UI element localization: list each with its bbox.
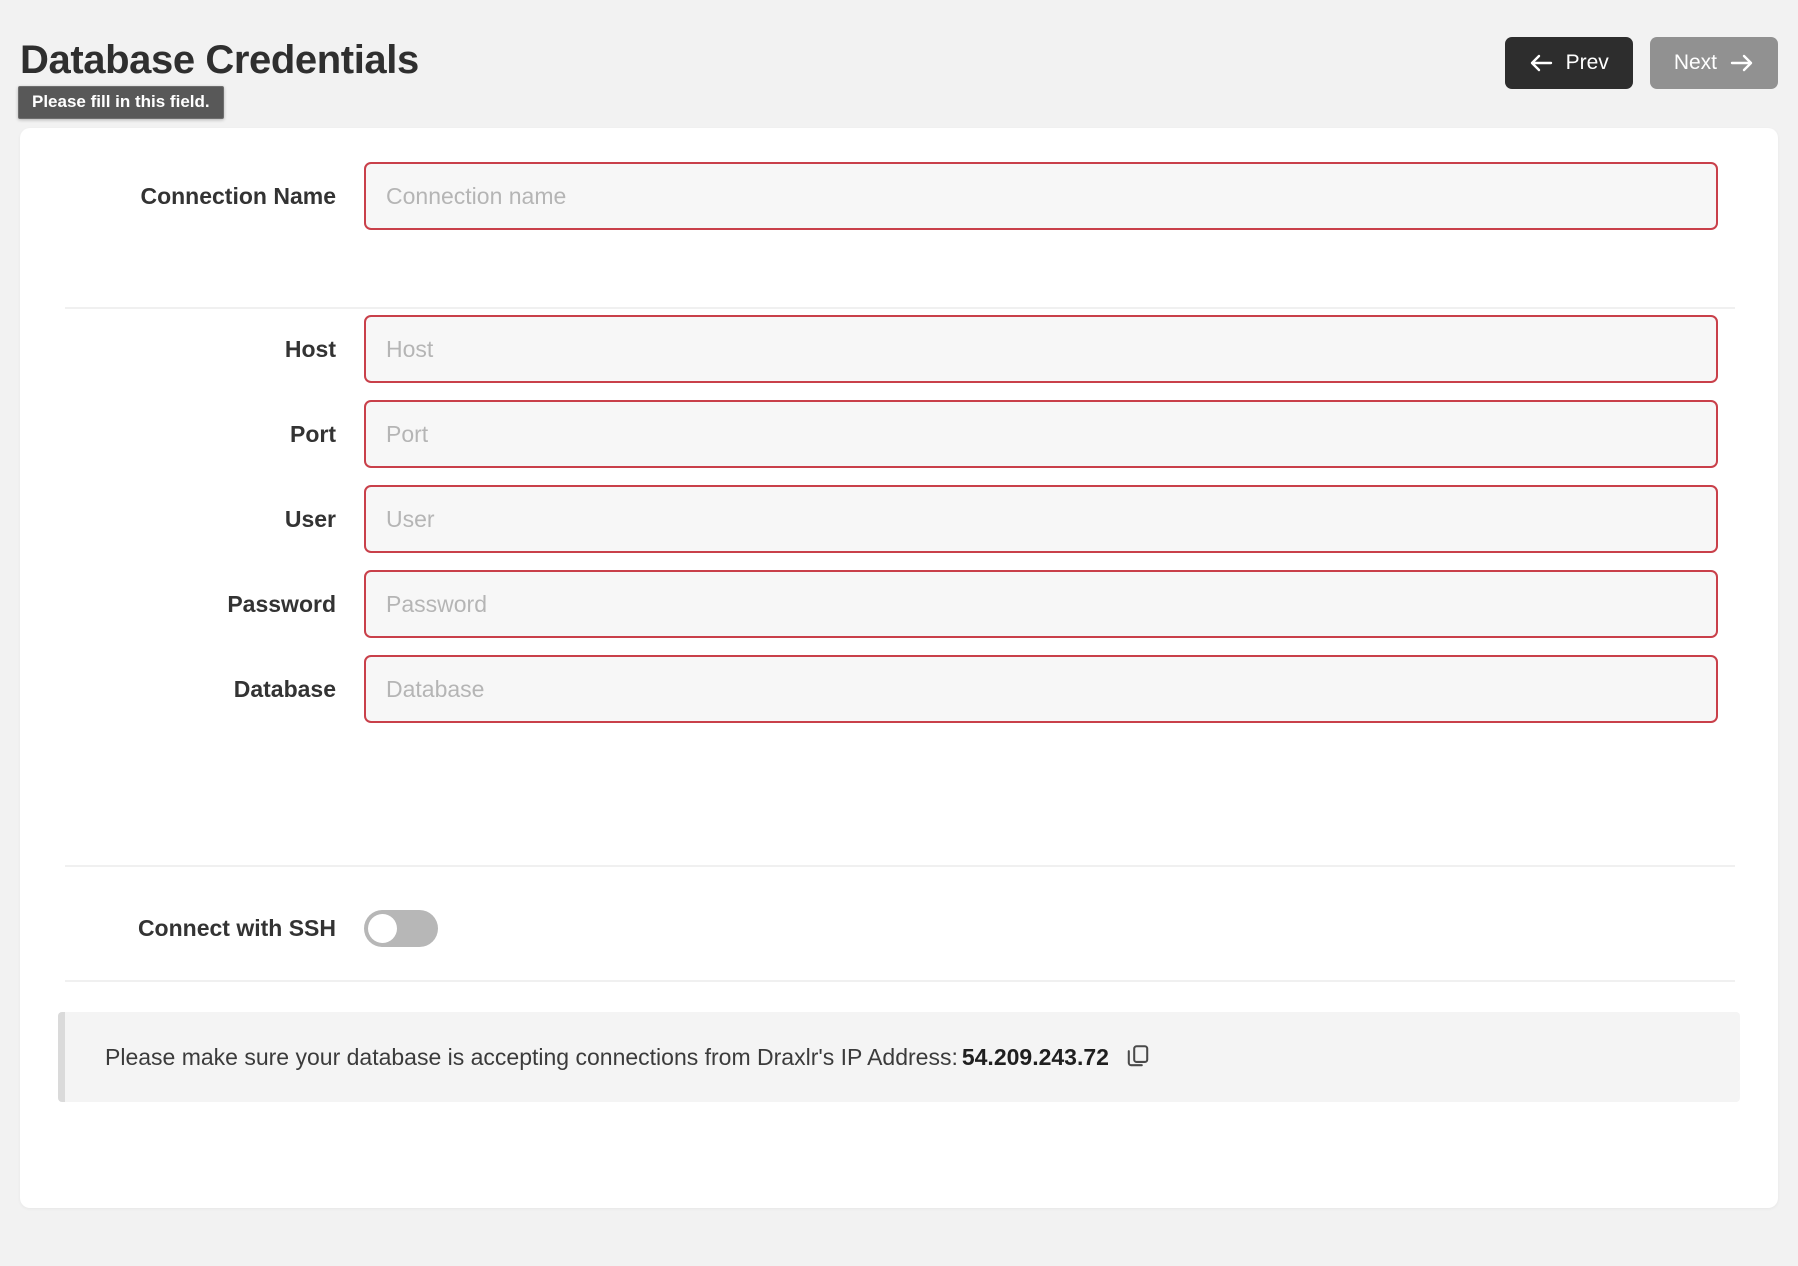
user-input[interactable] xyxy=(364,485,1718,553)
host-label: Host xyxy=(20,336,336,363)
form-row-database: Database xyxy=(20,649,1778,729)
divider-middle xyxy=(65,865,1735,867)
next-button[interactable]: Next xyxy=(1650,37,1778,89)
copy-ip-button[interactable] xyxy=(1125,1043,1151,1072)
password-input[interactable] xyxy=(364,570,1718,638)
database-label: Database xyxy=(20,676,336,703)
copy-icon xyxy=(1125,1043,1151,1072)
port-input[interactable] xyxy=(364,400,1718,468)
arrow-left-icon xyxy=(1529,53,1553,73)
database-input[interactable] xyxy=(364,655,1718,723)
form-row-password: Password xyxy=(20,564,1778,644)
port-label: Port xyxy=(20,421,336,448)
credentials-card: Connection Name Host Port User Password … xyxy=(20,128,1778,1208)
host-input[interactable] xyxy=(364,315,1718,383)
form-row-port: Port xyxy=(20,394,1778,474)
ssh-label: Connect with SSH xyxy=(20,915,336,942)
connection-name-input[interactable] xyxy=(364,162,1718,230)
ip-info-banner: Please make sure your database is accept… xyxy=(58,1012,1740,1102)
form-row-user: User xyxy=(20,479,1778,559)
password-label: Password xyxy=(20,591,336,618)
ssh-row: Connect with SSH xyxy=(20,898,1778,958)
next-button-label: Next xyxy=(1674,51,1717,75)
prev-button[interactable]: Prev xyxy=(1505,37,1633,89)
ssh-toggle-knob xyxy=(368,914,397,943)
arrow-right-icon xyxy=(1730,53,1754,73)
divider-bottom xyxy=(65,980,1735,982)
nav-button-group: Prev Next xyxy=(1505,37,1778,89)
form-row-host: Host xyxy=(20,309,1778,389)
page-root: Database Credentials Please fill in this… xyxy=(0,0,1798,1266)
ip-address-value: 54.209.243.72 xyxy=(962,1044,1109,1071)
page-title: Database Credentials xyxy=(20,38,419,83)
connection-name-label: Connection Name xyxy=(20,183,336,210)
page-header: Database Credentials Please fill in this… xyxy=(0,0,1798,118)
ip-info-message: Please make sure your database is accept… xyxy=(105,1044,958,1071)
form-row-connection-name: Connection Name xyxy=(20,156,1778,236)
user-label: User xyxy=(20,506,336,533)
validation-tooltip: Please fill in this field. xyxy=(18,86,224,119)
prev-button-label: Prev xyxy=(1566,51,1609,75)
ssh-toggle[interactable] xyxy=(364,910,438,947)
